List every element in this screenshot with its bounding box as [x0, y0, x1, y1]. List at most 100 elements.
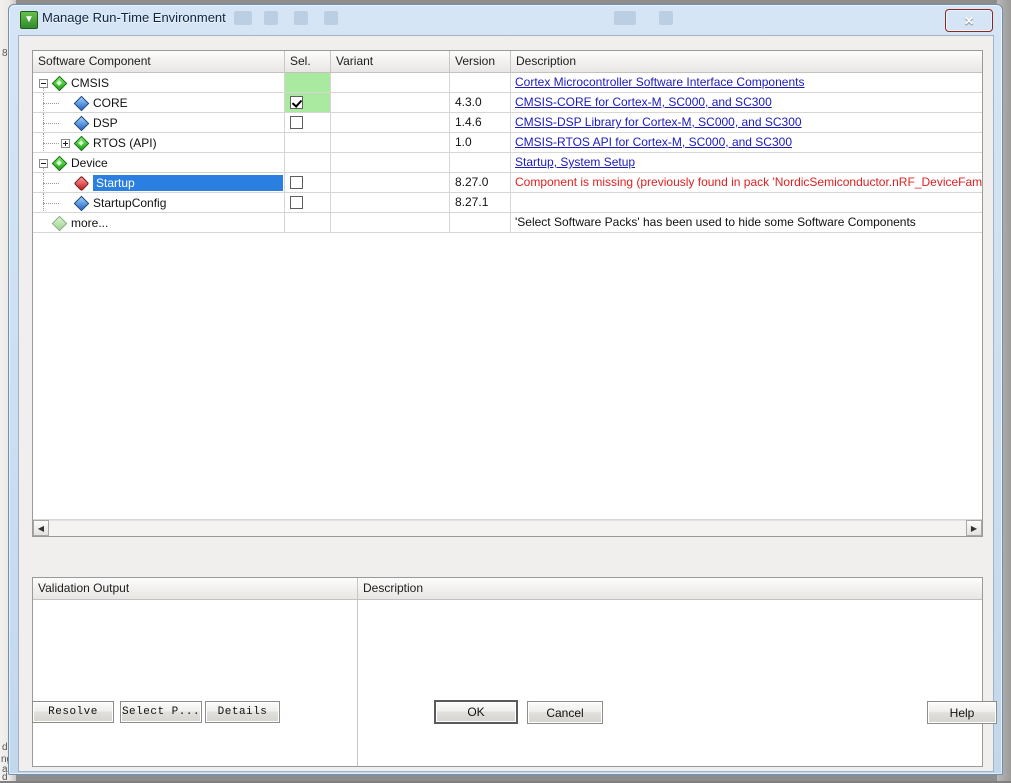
checkbox-unchecked[interactable]	[290, 196, 303, 209]
keil-uvision-icon: ▼	[20, 11, 38, 29]
background-text-2: d	[2, 742, 8, 753]
help-button[interactable]: Help	[927, 701, 997, 724]
window-title: Manage Run-Time Environment	[42, 10, 226, 25]
description-cell	[511, 193, 982, 212]
title-ghost-4	[324, 11, 338, 25]
component-name-cell[interactable]: CORE	[33, 93, 285, 112]
selection-cell[interactable]	[285, 73, 331, 92]
variant-cell[interactable]	[331, 113, 450, 132]
description-link[interactable]: CMSIS-RTOS API for Cortex-M, SC000, and …	[515, 135, 792, 149]
close-button[interactable]: ✕	[945, 9, 993, 32]
selection-cell[interactable]	[285, 113, 331, 132]
component-name-cell[interactable]: StartupConfig	[33, 193, 285, 212]
green-diamond-icon	[51, 75, 68, 91]
version-cell	[450, 73, 511, 92]
title-ghost-6	[659, 11, 673, 25]
background-text-1: 8	[2, 48, 8, 59]
variant-cell[interactable]	[331, 173, 450, 192]
select-packs-button[interactable]: Select P...	[120, 701, 202, 723]
table-row[interactable]: StartupConfig 8.27.1	[33, 193, 982, 213]
table-row[interactable]: CMSIS Cortex Microcontroller Software Int…	[33, 73, 982, 93]
variant-cell[interactable]	[331, 93, 450, 112]
description-link[interactable]: Cortex Microcontroller Software Interfac…	[515, 75, 804, 89]
variant-cell[interactable]	[331, 153, 450, 172]
checkbox-checked[interactable]	[290, 96, 303, 109]
title-ghost-3	[294, 11, 308, 25]
component-name-cell[interactable]: DSP	[33, 113, 285, 132]
component-label: more...	[71, 216, 109, 230]
variant-cell[interactable]	[331, 73, 450, 92]
dialog-client-area: Software Component Sel. Variant Version …	[18, 35, 997, 772]
component-name-cell[interactable]: CMSIS	[33, 73, 285, 92]
component-label: Startup	[93, 175, 283, 191]
error-message: Component is missing (previously found i…	[515, 175, 982, 189]
description-cell: CMSIS-RTOS API for Cortex-M, SC000, and …	[511, 133, 982, 152]
component-label: RTOS (API)	[93, 136, 157, 150]
title-ghost-1	[234, 11, 252, 25]
checkbox-unchecked[interactable]	[290, 116, 303, 129]
variant-cell[interactable]	[331, 213, 450, 232]
blue-diamond-icon	[73, 115, 90, 131]
table-row[interactable]: RTOS (API) 1.0 CMSIS-RTOS API for Cortex-M…	[33, 133, 982, 153]
column-header-validation-output[interactable]: Validation Output	[33, 578, 358, 599]
selection-cell[interactable]	[285, 133, 331, 152]
description-link[interactable]: CMSIS-CORE for Cortex-M, SC000, and SC30…	[515, 95, 772, 109]
description-link[interactable]: CMSIS-DSP Library for Cortex-M, SC000, a…	[515, 115, 802, 129]
title-ghost-5	[614, 11, 636, 25]
green-diamond-icon	[51, 155, 68, 171]
pale-diamond-icon	[51, 215, 68, 231]
description-cell: 'Select Software Packs' has been used to…	[511, 213, 982, 232]
column-header-sel[interactable]: Sel.	[285, 51, 331, 72]
column-header-version[interactable]: Version	[450, 51, 511, 72]
checkbox-unchecked[interactable]	[290, 176, 303, 189]
table-row[interactable]: CORE 4.3.0 CMSIS-CORE for Cortex-M, SC000,…	[33, 93, 982, 113]
column-header-variant[interactable]: Variant	[331, 51, 450, 72]
ok-button[interactable]: OK	[434, 700, 518, 724]
component-label: DSP	[93, 116, 118, 130]
scroll-left-arrow-icon[interactable]: ◀	[33, 520, 49, 536]
table-body: CMSIS Cortex Microcontroller Software Int…	[33, 73, 982, 233]
title-bar: ▼ Manage Run-Time Environment ✕	[9, 5, 1002, 35]
variant-cell[interactable]	[331, 193, 450, 212]
variant-cell[interactable]	[331, 133, 450, 152]
table-row[interactable]: DSP 1.4.6 CMSIS-DSP Library for Cortex-M, …	[33, 113, 982, 133]
table-row[interactable]: Startup 8.27.0 Component is missing (previ…	[33, 173, 982, 193]
column-header-description[interactable]: Description	[511, 51, 982, 72]
component-name-cell[interactable]: RTOS (API)	[33, 133, 285, 152]
description-cell: CMSIS-CORE for Cortex-M, SC000, and SC30…	[511, 93, 982, 112]
column-header-software-component[interactable]: Software Component	[33, 51, 285, 72]
selection-cell[interactable]	[285, 173, 331, 192]
selection-cell[interactable]	[285, 193, 331, 212]
blue-diamond-icon	[73, 95, 90, 111]
description-cell: Component is missing (previously found i…	[511, 173, 982, 192]
table-row[interactable]: more... 'Select Software Packs' has been …	[33, 213, 982, 233]
column-header-validation-description[interactable]: Description	[358, 578, 982, 599]
description-cell: CMSIS-DSP Library for Cortex-M, SC000, a…	[511, 113, 982, 132]
horizontal-scrollbar[interactable]: ◀ ▶	[33, 519, 982, 536]
collapse-icon[interactable]	[39, 158, 48, 168]
scrollbar-track[interactable]	[49, 519, 966, 536]
component-name-cell[interactable]: more...	[33, 213, 285, 232]
description-link[interactable]: Startup, System Setup	[515, 155, 635, 169]
selection-cell[interactable]	[285, 213, 331, 232]
green-diamond-icon	[73, 135, 90, 151]
version-cell	[450, 153, 511, 172]
selection-cell[interactable]	[285, 153, 331, 172]
details-button[interactable]: Details	[205, 701, 280, 723]
blue-diamond-icon	[73, 195, 90, 211]
manage-rte-dialog: ▼ Manage Run-Time Environment ✕ Software…	[8, 4, 1003, 775]
resolve-button[interactable]: Resolve	[32, 701, 114, 723]
component-name-cell[interactable]: Device	[33, 153, 285, 172]
cancel-button[interactable]: Cancel	[527, 701, 603, 724]
collapse-icon[interactable]	[39, 78, 48, 88]
selection-cell[interactable]	[285, 93, 331, 112]
expand-icon[interactable]	[61, 138, 70, 148]
version-cell	[450, 213, 511, 232]
scroll-right-arrow-icon[interactable]: ▶	[966, 520, 982, 536]
component-name-cell[interactable]: Startup	[33, 173, 285, 192]
version-cell: 4.3.0	[450, 93, 511, 112]
background-text-5: d	[2, 772, 8, 783]
table-header-row: Software Component Sel. Variant Version …	[33, 51, 982, 73]
component-label: CORE	[93, 96, 128, 110]
table-row[interactable]: Device Startup, System Setup	[33, 153, 982, 173]
